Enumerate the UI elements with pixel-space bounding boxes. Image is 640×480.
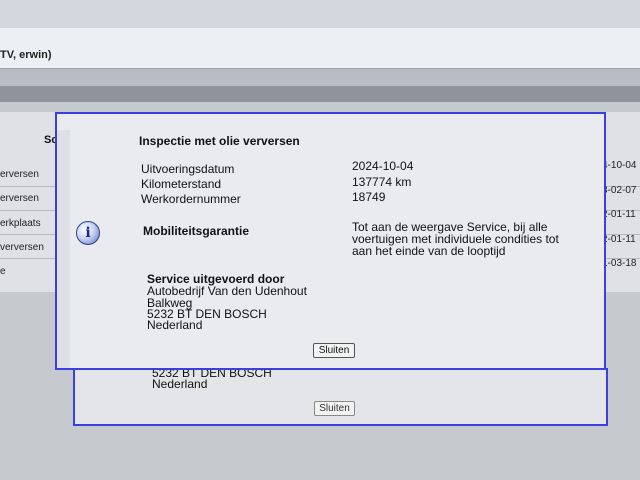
app-user-title: TV, erwin) [0,49,52,61]
history-row-date: 2-01-11 [602,234,636,245]
history-row-date: 3-02-07 [602,185,637,196]
dialog-title: Inspectie met olie verversen [139,134,300,148]
mobility-guarantee-label: Mobiliteitsgarantie [143,224,250,238]
history-row-date: 4-10-04 [602,160,637,171]
field-label-workorder: Werkordernummer [141,192,241,206]
field-value-workorder: 18749 [352,190,386,204]
history-row-label[interactable]: erversen [0,193,39,204]
close-button[interactable]: Sluiten [313,343,355,358]
info-icon: i [76,221,100,245]
app-title-bar: TV, erwin) [0,28,640,69]
history-row-label[interactable]: verversen [0,242,44,253]
app-top-bar [0,0,640,28]
history-row-label[interactable]: erkplaats [0,218,41,229]
field-value-date: 2024-10-04 [352,159,414,173]
history-row-label[interactable]: e [0,266,6,277]
history-row-date: 2-01-11 [602,209,636,220]
duplicate-address-line: Nederland [152,377,208,391]
field-label-date: Uitvoeringsdatum [141,162,235,176]
history-row-label[interactable]: erversen [0,169,39,180]
mobility-guarantee-text: aan het einde van de looptijd [352,244,506,258]
field-label-mileage: Kilometerstand [141,177,222,191]
app-header-stripe [0,86,640,102]
field-value-mileage: 137774 km [352,175,412,189]
service-country: Nederland [147,318,203,332]
dialog-left-strip [57,130,70,368]
history-row-date: 1-03-18 [602,258,637,269]
duplicate-close-button[interactable]: Sluiten [314,401,355,416]
